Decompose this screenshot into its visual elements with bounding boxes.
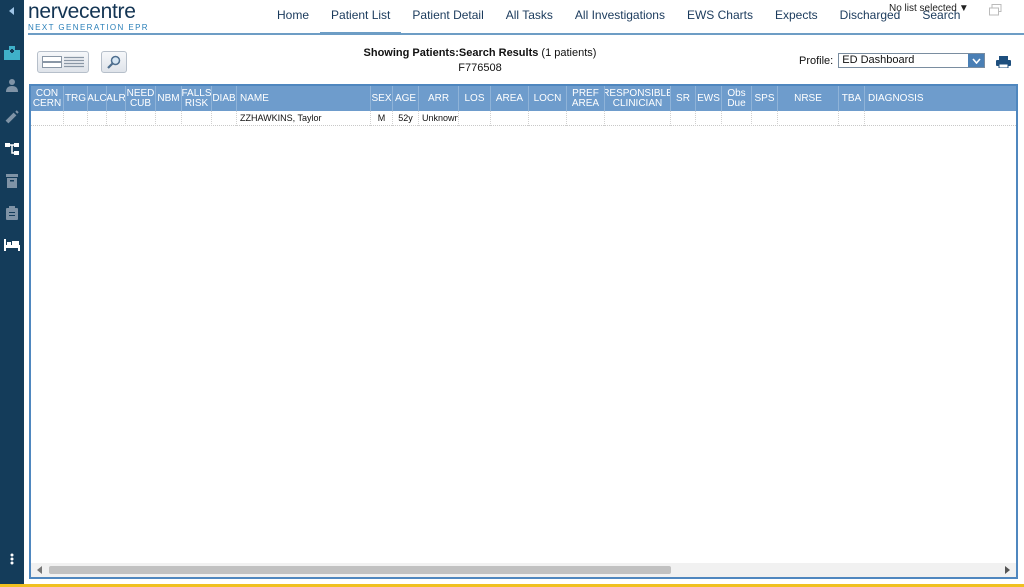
- expanded-rows-icon[interactable]: [42, 56, 62, 68]
- nav-all-investigations[interactable]: All Investigations: [564, 0, 676, 34]
- col-concern[interactable]: CON CERN: [31, 86, 64, 111]
- profile-control: Profile: ED Dashboard: [799, 53, 986, 68]
- cell-pref-area: [567, 111, 605, 126]
- horizontal-scrollbar[interactable]: [31, 563, 1016, 577]
- caret-down-icon: ▼: [958, 3, 969, 14]
- profile-select[interactable]: ED Dashboard: [838, 53, 986, 68]
- col-alc[interactable]: ALC: [88, 86, 107, 111]
- cell-responsible-clinician: [605, 111, 671, 126]
- col-sr[interactable]: SR: [671, 86, 696, 111]
- brand-logo[interactable]: nervecentre NEXT GENERATION EPR: [28, 1, 149, 33]
- profile-label: Profile:: [799, 54, 834, 67]
- cell-arr: Unknown: [419, 111, 459, 126]
- scrollbar-thumb[interactable]: [49, 566, 671, 574]
- main-nav: Home Patient List Patient Detail All Tas…: [266, 0, 971, 34]
- cell-ews: [696, 111, 722, 126]
- bed-icon[interactable]: [0, 234, 24, 256]
- col-nrse[interactable]: NRSE: [778, 86, 839, 111]
- compact-rows-icon[interactable]: [64, 56, 84, 68]
- brand-name: nervecentre: [28, 0, 136, 23]
- cell-diagnosis: [865, 111, 1016, 126]
- result-summary: Showing Patients:Search Results (1 patie…: [340, 46, 620, 76]
- col-tba[interactable]: TBA: [839, 86, 865, 111]
- more-vertical-icon[interactable]: [0, 548, 24, 570]
- col-diagnosis[interactable]: DIAGNOSIS: [865, 86, 1016, 111]
- cell-obs-due: [722, 111, 752, 126]
- col-name[interactable]: NAME: [237, 86, 371, 111]
- cell-alr: [107, 111, 126, 126]
- cell-sex: M: [371, 111, 393, 126]
- cell-falls-risk: [182, 111, 212, 126]
- col-arr[interactable]: ARR: [419, 86, 459, 111]
- cell-area: [491, 111, 529, 126]
- cell-tba: [839, 111, 865, 126]
- nav-patient-list[interactable]: Patient List: [320, 0, 402, 34]
- search-query: F776508: [458, 62, 502, 74]
- col-los[interactable]: LOS: [459, 86, 491, 111]
- cell-nbm: [156, 111, 182, 126]
- left-rail: [0, 0, 24, 587]
- search-title: Search Results: [458, 47, 539, 59]
- cell-need-cub: [126, 111, 156, 126]
- cell-alc: [88, 111, 107, 126]
- scroll-left-icon[interactable]: [37, 566, 42, 574]
- list-selector-label: No list selected: [889, 3, 957, 14]
- cell-trg: [64, 111, 88, 126]
- clipboard-icon[interactable]: [0, 202, 24, 224]
- archive-icon[interactable]: [0, 170, 24, 192]
- nav-ews-charts[interactable]: EWS Charts: [676, 0, 764, 34]
- profile-value: ED Dashboard: [842, 54, 915, 66]
- list-selector[interactable]: No list selected ▼: [889, 3, 969, 14]
- col-nbm[interactable]: NBM: [156, 86, 182, 111]
- table-row[interactable]: ZZHAWKINS, Taylor M 52y Unknown: [31, 111, 1016, 126]
- col-sps[interactable]: SPS: [752, 86, 778, 111]
- nav-patient-detail[interactable]: Patient Detail: [401, 0, 494, 34]
- header-divider: [28, 33, 1024, 35]
- cell-sr: [671, 111, 696, 126]
- cell-locn: [529, 111, 567, 126]
- showing-prefix: Showing Patients:: [363, 47, 459, 59]
- col-sex[interactable]: SEX: [371, 86, 393, 111]
- app-window: nervecentre NEXT GENERATION EPR Home Pat…: [0, 0, 1024, 587]
- nav-all-tasks[interactable]: All Tasks: [495, 0, 564, 34]
- col-locn[interactable]: LOCN: [529, 86, 567, 111]
- network-icon[interactable]: [0, 138, 24, 160]
- col-pref-area[interactable]: PREF AREA: [567, 86, 605, 111]
- col-age[interactable]: AGE: [393, 86, 419, 111]
- cell-nrse: [778, 111, 839, 126]
- hospital-icon[interactable]: [0, 42, 24, 64]
- view-toggle-button[interactable]: [37, 51, 89, 73]
- col-alr[interactable]: ALR: [107, 86, 126, 111]
- scroll-right-icon[interactable]: [1005, 566, 1010, 574]
- col-falls-risk[interactable]: FALLS RISK: [182, 86, 212, 111]
- cell-sps: [752, 111, 778, 126]
- patient-grid: CON CERN TRG ALC ALR NEED CUB NBM FALLS …: [29, 84, 1018, 579]
- cell-diab: [212, 111, 237, 126]
- nav-home[interactable]: Home: [266, 0, 320, 34]
- syringe-icon[interactable]: [0, 106, 24, 128]
- patient-count: (1 patients): [541, 47, 597, 59]
- dropdown-arrow-icon[interactable]: [968, 54, 985, 67]
- cell-name[interactable]: ZZHAWKINS, Taylor: [237, 111, 371, 126]
- popout-window-icon[interactable]: [989, 3, 1002, 21]
- cell-concern: [31, 111, 64, 126]
- col-responsible-clinician[interactable]: RESPONSIBLE CLINICIAN: [605, 86, 671, 111]
- col-diab[interactable]: DIAB: [212, 86, 237, 111]
- col-ews[interactable]: EWS: [696, 86, 722, 111]
- col-obs-due[interactable]: Obs Due: [722, 86, 752, 111]
- col-area[interactable]: AREA: [491, 86, 529, 111]
- collapse-arrow-icon[interactable]: [0, 0, 24, 22]
- brand-tagline: NEXT GENERATION EPR: [28, 23, 149, 32]
- cell-los: [459, 111, 491, 126]
- printer-icon[interactable]: [996, 55, 1011, 73]
- search-button[interactable]: [101, 51, 127, 73]
- grid-header: CON CERN TRG ALC ALR NEED CUB NBM FALLS …: [31, 86, 1016, 111]
- magnifier-icon: [107, 55, 121, 69]
- cell-age: 52y: [393, 111, 419, 126]
- patient-icon[interactable]: [0, 74, 24, 96]
- col-need-cub[interactable]: NEED CUB: [126, 86, 156, 111]
- col-trg[interactable]: TRG: [64, 86, 88, 111]
- nav-expects[interactable]: Expects: [764, 0, 829, 34]
